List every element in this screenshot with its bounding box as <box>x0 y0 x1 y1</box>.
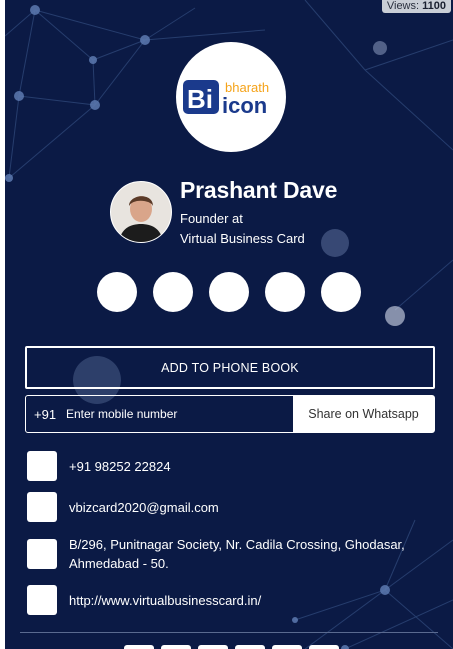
social-icon-1[interactable] <box>97 272 137 312</box>
profile-title-line2: Virtual Business Card <box>180 231 305 246</box>
contact-email[interactable]: vbizcard2020@gmail.com <box>27 492 219 522</box>
social-links <box>97 272 361 312</box>
views-counter: Views: 1100 <box>381 0 451 13</box>
business-card: Views: 1100 Bi bharath icon Prashant Dav… <box>5 0 453 649</box>
bottom-nav-item-4[interactable] <box>235 645 265 649</box>
profile-photo-icon <box>111 182 171 242</box>
bottom-nav-item-3[interactable] <box>198 645 228 649</box>
bottom-nav <box>124 645 339 649</box>
phone-icon <box>27 451 57 481</box>
country-code: +91 <box>34 406 57 422</box>
social-icon-2[interactable] <box>153 272 193 312</box>
email-icon <box>27 492 57 522</box>
profile-title-line1: Founder at <box>180 211 243 226</box>
bottom-nav-item-6[interactable] <box>309 645 339 649</box>
share-whatsapp-button[interactable]: Share on Whatsapp <box>293 396 434 432</box>
bottom-nav-item-1[interactable] <box>124 645 154 649</box>
logo-text-bi: Bi <box>187 84 213 114</box>
location-icon <box>27 539 57 569</box>
bottom-nav-item-5[interactable] <box>272 645 302 649</box>
website-text: http://www.virtualbusinesscard.in/ <box>69 592 262 608</box>
social-icon-5[interactable] <box>321 272 361 312</box>
address-text: B/296, Punitnagar Society, Nr. Cadila Cr… <box>69 537 405 571</box>
profile-name: Prashant Dave <box>180 177 338 203</box>
bottom-nav-item-2[interactable] <box>161 645 191 649</box>
email-text: vbizcard2020@gmail.com <box>69 499 219 515</box>
add-to-phonebook-button[interactable]: ADD TO PHONE BOOK <box>25 346 435 389</box>
phone-text: +91 98252 22824 <box>69 458 171 474</box>
mobile-number-input[interactable] <box>64 396 293 432</box>
bharath-icon-logo: Bi bharath icon <box>183 80 269 118</box>
views-label: Views: <box>386 0 420 12</box>
globe-icon <box>27 585 57 615</box>
avatar <box>110 181 172 243</box>
contact-address[interactable]: B/296, Punitnagar Society, Nr. Cadila Cr… <box>27 535 427 573</box>
divider <box>20 632 438 633</box>
social-icon-4[interactable] <box>265 272 305 312</box>
company-logo: Bi bharath icon <box>176 42 286 152</box>
contact-website[interactable]: http://www.virtualbusinesscard.in/ <box>27 585 261 615</box>
logo-text-icon: icon <box>222 93 267 118</box>
contact-phone[interactable]: +91 98252 22824 <box>27 451 171 481</box>
whatsapp-share-form: +91 Share on Whatsapp <box>25 395 435 433</box>
views-count: 1100 <box>422 0 446 12</box>
social-icon-3[interactable] <box>209 272 249 312</box>
